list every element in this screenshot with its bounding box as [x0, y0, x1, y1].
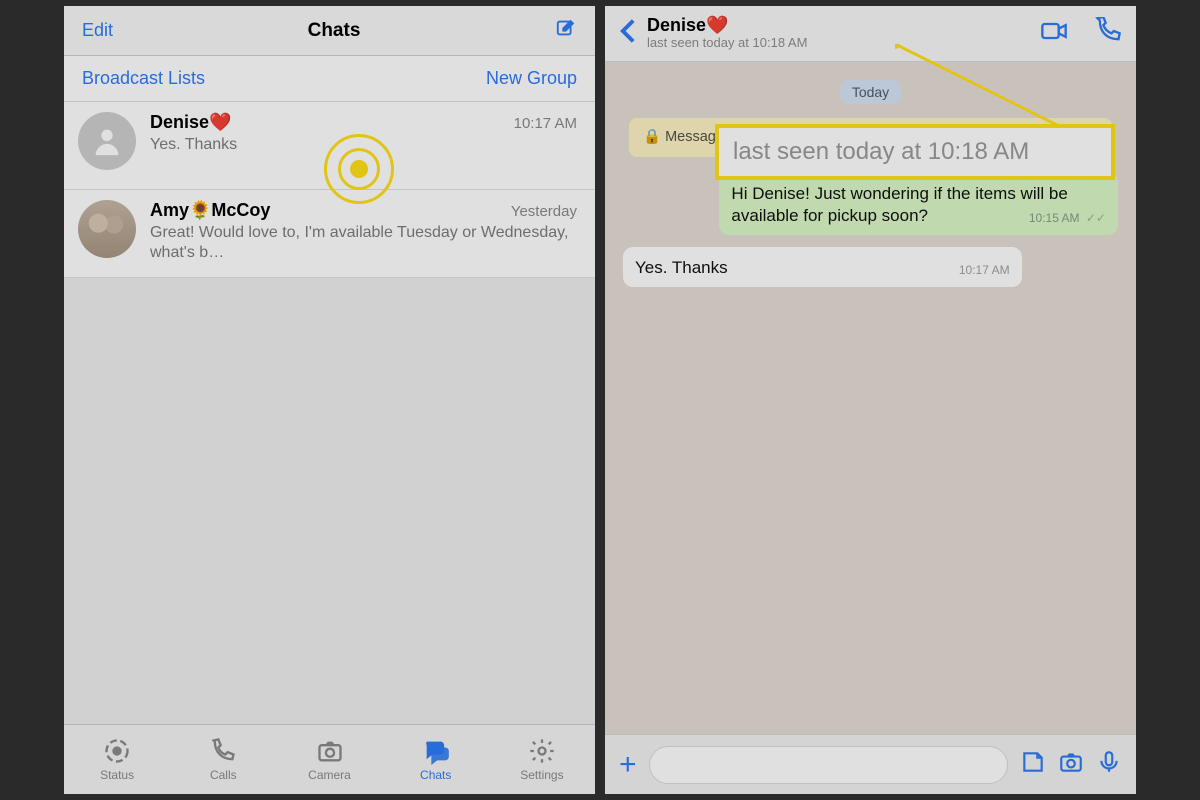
gear-icon — [528, 737, 556, 765]
compose-button[interactable] — [555, 17, 577, 44]
chats-subheader: Broadcast Lists New Group — [64, 56, 595, 102]
message-in[interactable]: Yes. Thanks 10:17 AM — [623, 247, 1022, 287]
chat-preview: Yes. Thanks — [150, 135, 577, 155]
chats-icon — [422, 737, 450, 765]
chats-title: Chats — [308, 20, 361, 42]
message-out[interactable]: Hi Denise! Just wondering if the items w… — [719, 173, 1118, 235]
message-text: Yes. Thanks — [635, 258, 728, 277]
mic-icon — [1096, 749, 1122, 775]
tab-label: Settings — [520, 768, 563, 782]
chat-name: Denise❤️ — [150, 112, 231, 133]
chat-row-main: Amy🌻McCoy Yesterday Great! Would love to… — [150, 200, 577, 267]
chat-preview: Great! Would love to, I'm available Tues… — [150, 223, 577, 263]
conversation-screen: Denise❤️ last seen today at 10:18 AM Tod… — [605, 6, 1136, 794]
avatar — [78, 112, 136, 170]
tab-label: Chats — [420, 768, 451, 782]
edit-button[interactable]: Edit — [82, 20, 113, 41]
chat-name: Amy🌻McCoy — [150, 200, 270, 221]
conversation-header: Denise❤️ last seen today at 10:18 AM — [605, 6, 1136, 62]
tab-camera[interactable]: Camera — [276, 725, 382, 794]
chats-header: Edit Chats — [64, 6, 595, 56]
tab-settings[interactable]: Settings — [489, 725, 595, 794]
person-icon — [90, 124, 124, 158]
chat-time: Yesterday — [511, 203, 577, 220]
tab-label: Status — [100, 768, 134, 782]
encryption-text: Messages to this chat and calls are now … — [665, 129, 978, 145]
day-pill: Today — [840, 80, 901, 104]
conversation-title[interactable]: Denise❤️ last seen today at 10:18 AM — [647, 16, 1030, 50]
tab-bar: Status Calls Camera Chats Settings — [64, 724, 595, 794]
tab-chats[interactable]: Chats — [383, 725, 489, 794]
message-text: Hi Denise! Just wondering if the items w… — [731, 184, 1067, 225]
message-time: 10:17 AM — [959, 263, 1010, 279]
phone-icon — [1094, 17, 1122, 45]
sticker-button[interactable] — [1020, 749, 1046, 780]
video-icon — [1040, 17, 1068, 45]
chat-row-main: Denise❤️ 10:17 AM Yes. Thanks — [150, 112, 577, 179]
tab-status[interactable]: Status — [64, 725, 170, 794]
camera-icon — [316, 737, 344, 765]
status-icon — [103, 737, 131, 765]
camera-button[interactable] — [1058, 749, 1084, 780]
tab-calls[interactable]: Calls — [170, 725, 276, 794]
message-time: 10:15 AM ✓✓ — [1029, 211, 1106, 227]
broadcast-lists-button[interactable]: Broadcast Lists — [82, 68, 205, 89]
encryption-notice: 🔒Messages to this chat and calls are now… — [629, 118, 1112, 157]
chats-list-screen: Edit Chats Broadcast Lists New Group Den… — [64, 6, 595, 794]
avatar — [78, 200, 136, 258]
attach-button[interactable]: + — [619, 748, 637, 782]
conversation-body[interactable]: Today 🔒Messages to this chat and calls a… — [605, 62, 1136, 734]
chat-row[interactable]: Amy🌻McCoy Yesterday Great! Would love to… — [64, 190, 595, 278]
delivered-checks-icon: ✓✓ — [1083, 211, 1106, 225]
compose-icon — [555, 17, 577, 39]
tab-label: Camera — [308, 768, 351, 782]
phone-icon — [209, 737, 237, 765]
back-button[interactable] — [619, 18, 637, 49]
message-input[interactable] — [649, 746, 1008, 784]
last-seen: last seen today at 10:18 AM — [647, 36, 1030, 50]
lock-icon: 🔒 — [643, 129, 661, 145]
chat-time: 10:17 AM — [514, 115, 577, 132]
mic-button[interactable] — [1096, 749, 1122, 780]
contact-name: Denise❤️ — [647, 16, 1030, 36]
sticker-icon — [1020, 749, 1046, 775]
screenshot-stage: Edit Chats Broadcast Lists New Group Den… — [64, 6, 1136, 794]
chevron-left-icon — [619, 18, 637, 44]
new-group-button[interactable]: New Group — [486, 68, 577, 89]
message-input-bar: + — [605, 734, 1136, 794]
camera-icon — [1058, 749, 1084, 775]
video-call-button[interactable] — [1040, 17, 1068, 50]
chat-row[interactable]: Denise❤️ 10:17 AM Yes. Thanks — [64, 102, 595, 190]
voice-call-button[interactable] — [1094, 17, 1122, 50]
tab-label: Calls — [210, 768, 237, 782]
